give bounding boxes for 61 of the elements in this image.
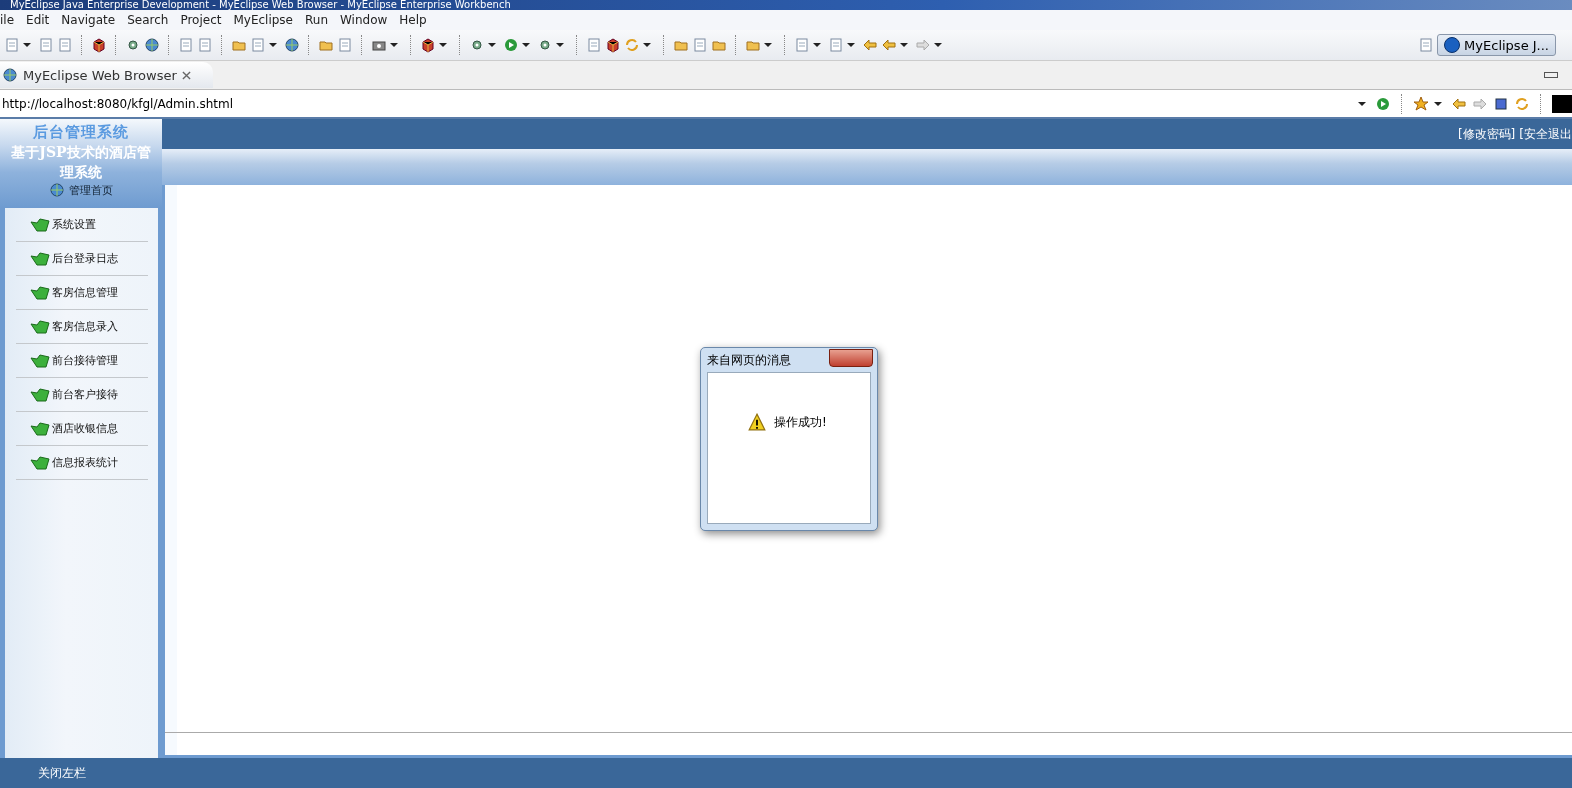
sidebar-item[interactable]: 前台客户接待 (16, 378, 148, 412)
dropdown-caret-icon[interactable] (643, 41, 651, 49)
dropdown-caret-icon[interactable] (488, 41, 496, 49)
logo-text: 后台管理系统 (33, 123, 129, 142)
sidebar-item[interactable]: 客房信息录入 (16, 310, 148, 344)
panel-block (1552, 94, 1572, 113)
menu-item[interactable]: MyEclipse (227, 13, 299, 27)
close-sidebar-link[interactable]: 关闭左栏 (38, 764, 86, 782)
box-icon[interactable] (420, 37, 436, 53)
close-button[interactable] (829, 349, 873, 367)
dialog-message: 操作成功! (774, 414, 827, 431)
window-title: MyEclipse Java Enterprise Development - MyEclipse Web Browser - MyEclipse Enterprise Workbench (9, 0, 512, 10)
minimize-icon[interactable] (1544, 72, 1558, 78)
sidebar-item[interactable]: 客房信息管理 (16, 276, 148, 310)
dropdown-caret-icon[interactable] (390, 41, 398, 49)
perspective-icon (1444, 37, 1461, 53)
sidebar-item[interactable]: 前台接待管理 (16, 344, 148, 378)
system-title: 基于JSP技术的酒店管理系统 (10, 143, 152, 182)
close-icon[interactable] (181, 70, 191, 80)
menu-item[interactable]: ile (0, 13, 21, 27)
home-link[interactable]: 管理首页 (69, 182, 113, 198)
sidebar-item[interactable]: 系统设置 (16, 208, 148, 242)
dropdown-caret-icon[interactable] (813, 41, 821, 49)
box-icon[interactable] (91, 37, 107, 53)
menu-item[interactable]: Window (334, 13, 394, 27)
menu-item[interactable]: Project (174, 13, 228, 27)
menu-item[interactable]: Search (121, 13, 175, 27)
dropdown-caret-icon[interactable] (1434, 99, 1442, 108)
menu-item[interactable]: Edit (20, 13, 56, 27)
globe-icon (2, 67, 18, 83)
menu-item[interactable]: Run (299, 13, 334, 27)
globe-icon[interactable] (284, 37, 300, 53)
dropdown-caret-icon[interactable] (439, 41, 447, 49)
dropdown-caret-icon[interactable] (269, 41, 277, 49)
menu-item[interactable]: Navigate (55, 13, 122, 27)
dropdown-caret-icon[interactable] (847, 41, 855, 49)
editor-tab[interactable]: MyEclipse Web Browser (0, 62, 213, 88)
dropdown-caret-icon[interactable] (522, 41, 530, 49)
sidebar-item[interactable]: 信息报表统计 (16, 446, 148, 480)
back-arrow-icon[interactable] (881, 37, 897, 53)
menu-item[interactable]: Help (393, 13, 433, 27)
sidebar-item[interactable]: 后台登录日志 (16, 242, 148, 276)
dialog-title: 来自网页的消息 (707, 351, 791, 369)
dropdown-caret-icon[interactable] (23, 41, 31, 49)
sidebar-item[interactable]: 酒店收银信息 (16, 412, 148, 446)
perspective-button[interactable]: MyEclipse J... (1437, 34, 1556, 56)
stop-icon[interactable] (1493, 95, 1509, 112)
header-link[interactable]: [安全退出 (1519, 125, 1572, 143)
play-icon[interactable] (503, 37, 519, 53)
star-icon[interactable] (1413, 95, 1429, 112)
dropdown-caret-icon[interactable] (934, 41, 942, 49)
globe-icon[interactable] (144, 37, 160, 53)
dropdown-caret-icon[interactable] (556, 41, 564, 49)
header-link[interactable]: [修改密码] (1457, 125, 1516, 143)
go-icon[interactable] (1375, 95, 1391, 112)
dropdown-caret-icon[interactable] (1358, 99, 1366, 108)
dropdown-caret-icon[interactable] (764, 41, 772, 49)
warning-icon (748, 413, 766, 431)
back-arrow-icon[interactable] (862, 37, 878, 53)
dropdown-caret-icon[interactable] (900, 41, 908, 49)
box-icon[interactable] (605, 37, 621, 53)
